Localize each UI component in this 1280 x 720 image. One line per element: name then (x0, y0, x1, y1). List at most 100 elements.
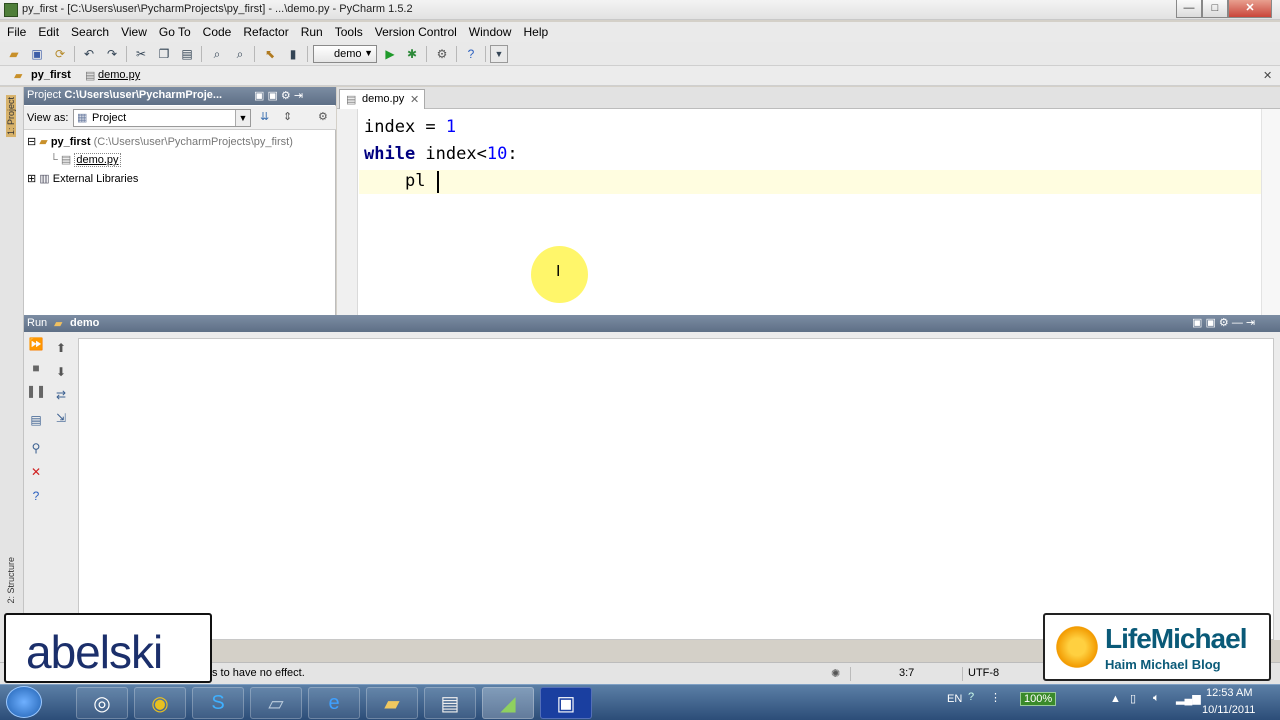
menu-file[interactable]: File (0, 22, 31, 39)
run-console-output[interactable] (78, 338, 1274, 640)
clock-time[interactable]: 12:53 AM (1206, 687, 1252, 699)
volume-icon[interactable]: 🔈︎ (1153, 692, 1160, 705)
taskbar-explorer-icon[interactable]: ▰ (366, 687, 418, 719)
toolbar-separator (456, 46, 457, 62)
show-hidden-icons-icon[interactable]: ▲ (1110, 693, 1121, 705)
menu-view[interactable]: View (114, 22, 152, 39)
forward-icon[interactable]: ▮ (284, 45, 302, 63)
panel-options-icon[interactable]: ▣ ▣ ⚙ ⇥ (254, 89, 303, 102)
sync-icon[interactable]: ⟳ (51, 45, 69, 63)
chevron-down-icon: ▼ (235, 110, 250, 126)
rerun-icon[interactable]: ⏩ (28, 336, 44, 352)
paste-icon[interactable]: ▤ (178, 45, 196, 63)
status-divider (850, 667, 851, 681)
caret-position[interactable]: 3:7 (899, 667, 914, 679)
code-number: 10 (486, 144, 508, 164)
help-icon[interactable]: ? (28, 488, 44, 504)
pin-icon[interactable]: ⚲ (28, 440, 44, 456)
collapse-all-icon[interactable]: ⇊ (260, 110, 269, 123)
minimize-button[interactable]: — (1176, 0, 1202, 18)
network-icon[interactable]: ▂▄▆ (1176, 692, 1201, 705)
soft-wrap-icon[interactable]: ⇄ (53, 387, 69, 403)
close-icon[interactable]: ✕ (410, 93, 419, 106)
settings-icon[interactable]: ⚙ (433, 45, 451, 63)
redo-icon[interactable]: ↷ (103, 45, 121, 63)
taskbar-chrome-icon[interactable]: ◉ (134, 687, 186, 719)
autoscroll-icon[interactable]: ⇕ (283, 110, 292, 123)
help-icon[interactable]: ? (462, 45, 480, 63)
run-icon[interactable]: ▶ (381, 45, 399, 63)
toolbar-separator (201, 46, 202, 62)
code-editor[interactable]: index = 1 while index<10: pl (337, 109, 1280, 315)
tray-icon[interactable]: ⋮ (990, 691, 1001, 704)
battery-percent[interactable]: 100% (1020, 692, 1057, 706)
taskbar-skype-icon[interactable]: S (192, 687, 244, 719)
current-line-highlight (359, 170, 1279, 194)
editor-tab-demo-py[interactable]: ▤ demo.py ✕ (339, 89, 425, 109)
close-icon[interactable]: ✕ (1263, 69, 1272, 82)
pause-icon[interactable]: ❚❚ (26, 383, 46, 399)
gear-icon[interactable]: ⚙ (318, 110, 328, 123)
undo-icon[interactable]: ↶ (80, 45, 98, 63)
menu-search[interactable]: Search (64, 22, 114, 39)
stop-icon[interactable]: ■ (28, 360, 44, 376)
view-as-select[interactable]: ▦ Project ▼ (73, 109, 251, 127)
replace-icon[interactable]: ⌕ (231, 45, 249, 63)
close-button[interactable]: ✕ (1228, 0, 1272, 18)
debug-icon[interactable]: ✱ (403, 45, 421, 63)
menu-run[interactable]: Run (294, 22, 328, 39)
menu-refactor[interactable]: Refactor (236, 22, 293, 39)
tab-project[interactable]: 1: Project (6, 95, 16, 138)
toolbar-dropdown-icon[interactable]: ▼ (490, 45, 508, 63)
toolbar-separator (307, 46, 308, 62)
save-icon[interactable]: ▣ (28, 45, 46, 63)
tree-item-demo-py[interactable]: └ ▤ demo.py (50, 153, 121, 167)
taskbar-ie-icon[interactable]: e (308, 687, 360, 719)
tree-item-py-first[interactable]: ⊟ ▰ py_first (C:\Users\user\PycharmProje… (27, 135, 293, 148)
toolbar-separator (74, 46, 75, 62)
find-icon[interactable]: ⌕ (208, 45, 226, 63)
copy-icon[interactable]: ❐ (155, 45, 173, 63)
tree-detail: (C:\Users\user\PycharmProjects\py_first) (93, 136, 293, 148)
taskbar-safari-icon[interactable]: ◎ (76, 687, 128, 719)
back-icon[interactable]: ⬉ (261, 45, 279, 63)
file-encoding[interactable]: UTF-8 (968, 667, 999, 679)
dump-threads-icon[interactable]: ▤ (28, 412, 44, 428)
breadcrumb-file[interactable]: demo.py (98, 69, 140, 81)
taskbar-pycharm-icon[interactable]: ◢ (482, 687, 534, 719)
taskbar-notepad-icon[interactable]: ▱ (250, 687, 302, 719)
panel-options-icon[interactable]: ▣ ▣ ⚙ — ⇥ (1192, 316, 1255, 329)
menu-help[interactable]: Help (516, 22, 553, 39)
menu-version-control[interactable]: Version Control (368, 22, 462, 39)
code-number: 1 (445, 117, 457, 137)
cursor-highlight: I (531, 246, 588, 303)
arrow-down-icon[interactable]: ⬇ (53, 364, 69, 380)
breadcrumb-project[interactable]: py_first (31, 69, 71, 81)
tab-structure[interactable]: 2: Structure (6, 557, 16, 604)
menu-edit[interactable]: Edit (31, 22, 64, 39)
menu-code[interactable]: Code (196, 22, 237, 39)
run-panel-label: Run (27, 317, 48, 329)
maximize-button[interactable]: □ (1202, 0, 1228, 18)
tree-label: External Libraries (52, 173, 139, 185)
tree-item-external-libraries[interactable]: ⊞ ▥ External Libraries (27, 172, 138, 185)
start-button[interactable] (6, 686, 42, 718)
taskbar-document-icon[interactable]: ▤ (424, 687, 476, 719)
language-indicator[interactable]: EN (947, 693, 962, 705)
run-configuration-select[interactable]: demo ▼ (313, 45, 377, 63)
open-icon[interactable]: ▰ (5, 45, 23, 63)
arrow-up-icon[interactable]: ⬆ (53, 340, 69, 356)
editor-tab-label: demo.py (362, 93, 405, 105)
close-icon[interactable]: ✕ (28, 464, 44, 480)
cut-icon[interactable]: ✂ (132, 45, 150, 63)
abelski-logo: abelski (4, 613, 212, 683)
menu-goto[interactable]: Go To (152, 22, 196, 39)
clock-date[interactable]: 10/11/2011 (1202, 704, 1255, 716)
scroll-to-end-icon[interactable]: ⇲ (53, 410, 69, 426)
taskbar-app-icon[interactable]: ▣ (540, 687, 592, 719)
help-icon[interactable]: ? (968, 691, 974, 703)
python-file-icon: ▤ (346, 94, 357, 106)
menu-window[interactable]: Window (462, 22, 517, 39)
battery-icon[interactable]: ▯ (1130, 692, 1136, 705)
menu-tools[interactable]: Tools (328, 22, 368, 39)
